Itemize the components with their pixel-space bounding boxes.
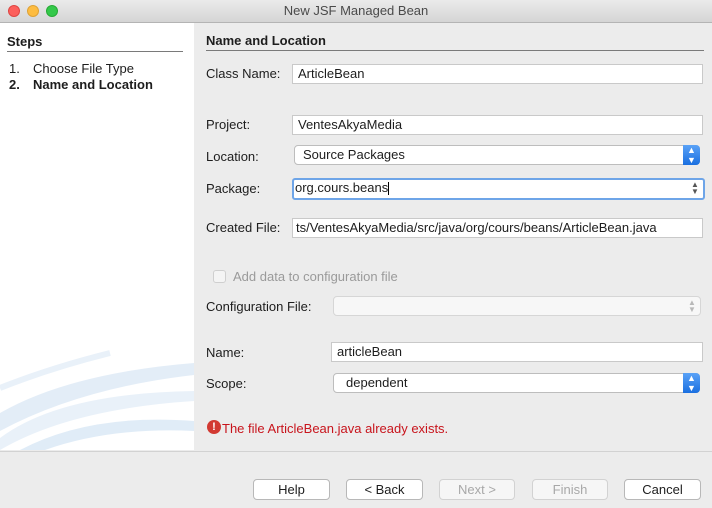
project-field: VentesAkyaMedia	[292, 115, 703, 135]
name-label: Name:	[206, 345, 245, 360]
help-button[interactable]: Help	[253, 479, 330, 500]
location-select[interactable]: Source Packages ▲ ▼	[294, 145, 700, 165]
panel-title: Name and Location	[206, 33, 326, 48]
project-label: Project:	[206, 117, 251, 132]
created-file-field: ts/VentesAkyaMedia/src/java/org/cours/be…	[292, 218, 703, 238]
package-combo-input[interactable]: org.cours.beans ▲ ▼	[292, 178, 705, 200]
steps-divider	[7, 51, 183, 52]
scope-select-value: dependent	[346, 375, 408, 390]
add-config-checkbox[interactable]	[213, 270, 226, 283]
decorative-swoosh-icon	[0, 350, 194, 450]
button-bar-divider	[0, 451, 712, 452]
location-select-value: Source Packages	[303, 147, 405, 162]
error-icon: !	[207, 420, 221, 434]
name-input[interactable]: articleBean	[331, 342, 703, 362]
scope-select[interactable]: dependent ▲ ▼	[333, 373, 700, 393]
window-title: New JSF Managed Bean	[283, 3, 429, 18]
cancel-button[interactable]: Cancel	[624, 479, 701, 500]
title-bar: New JSF Managed Bean	[0, 0, 712, 23]
add-config-label: Add data to configuration file	[233, 269, 398, 284]
package-label: Package:	[206, 181, 261, 196]
class-name-label: Class Name:	[206, 66, 281, 81]
steps-heading: Steps	[7, 34, 43, 49]
package-value: org.cours.beans	[295, 180, 389, 195]
scope-select-arrows-icon: ▲ ▼	[683, 373, 700, 393]
next-button[interactable]: Next >	[439, 479, 515, 500]
scope-label: Scope:	[206, 376, 247, 391]
combo-arrows-icon[interactable]: ▲ ▼	[688, 181, 702, 196]
class-name-input[interactable]: ArticleBean	[292, 64, 703, 84]
config-file-label: Configuration File:	[206, 299, 312, 314]
steps-sidebar: Steps 1. Choose File Type 2. Name and Loca…	[0, 23, 194, 450]
created-file-label: Created File:	[206, 220, 281, 235]
step-name-and-location: 2. Name and Location	[9, 77, 153, 92]
select-arrows-icon: ▲ ▼	[683, 145, 700, 165]
back-button[interactable]: < Back	[346, 479, 423, 500]
config-select-arrows-icon: ▲ ▼	[688, 298, 696, 314]
error-message: The file ArticleBean.java already exists…	[222, 421, 449, 436]
panel-divider	[206, 50, 704, 51]
finish-button[interactable]: Finish	[532, 479, 608, 500]
step-choose-file-type: 1. Choose File Type	[9, 61, 134, 76]
config-file-select[interactable]: ▲ ▼	[333, 296, 701, 316]
location-label: Location:	[206, 149, 259, 164]
